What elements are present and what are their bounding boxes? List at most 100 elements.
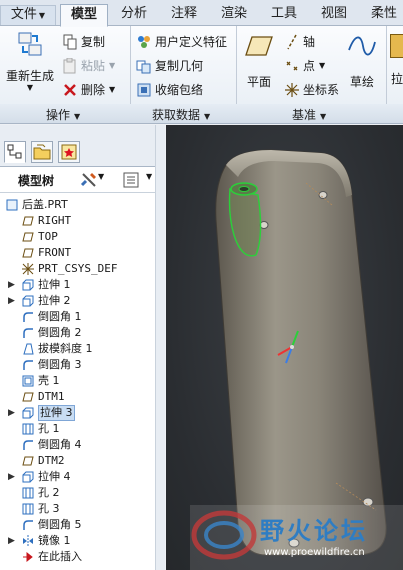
tree-item[interactable]: 壳 1 (0, 373, 155, 389)
plane-button[interactable]: 平面 (240, 34, 278, 90)
tree-item[interactable]: 孔 3 (0, 501, 155, 517)
point-button[interactable]: 点 ▼ (284, 57, 325, 74)
expand-arrow-icon[interactable]: ▶ (8, 469, 15, 485)
extrude-icon (22, 295, 34, 307)
tree-item[interactable]: 倒圆角 3 (0, 357, 155, 373)
copy-icon (62, 34, 78, 50)
tree-item-label: 孔 1 (38, 422, 60, 435)
datum-plane-icon (22, 247, 34, 259)
ribbon-group-labels: 操作 ▼ 获取数据 ▼ 基准 ▼ (0, 104, 403, 124)
tree-item-label: 在此插入 (38, 550, 82, 563)
tree-item[interactable]: 倒圆角 1 (0, 309, 155, 325)
datum-plane-icon (245, 36, 273, 56)
favorites-icon (61, 144, 77, 160)
tree-item[interactable]: 孔 1 (0, 421, 155, 437)
sketch-button[interactable]: 草绘 (342, 34, 382, 90)
tab-annotate[interactable]: 注释 (162, 4, 206, 26)
copy-button[interactable]: 复制 (62, 33, 105, 50)
tree-item-label: 拉伸 4 (38, 470, 71, 483)
tree-item[interactable]: 拔模斜度 1 (0, 341, 155, 357)
copy-geometry-button[interactable]: 复制几何 (136, 57, 203, 74)
tree-item[interactable]: ▶ 拉伸 4 (0, 469, 155, 485)
tab-view[interactable]: 视图 (312, 4, 356, 26)
hole-icon (22, 423, 34, 435)
tab-file[interactable]: 文件 ▼ (0, 5, 56, 25)
tree-item-label: 镜像 1 (38, 534, 71, 547)
tree-item-label: 拉伸 3 (38, 405, 75, 421)
tree-item[interactable]: ▶ 拉伸 2 (0, 293, 155, 309)
settings-icon[interactable] (80, 171, 98, 192)
mirror-icon (22, 535, 34, 547)
operations-group-label[interactable]: 操作 ▼ (46, 106, 80, 123)
watermark-title: 野火论坛 (260, 517, 368, 545)
axis-icon (284, 34, 300, 50)
tab-model[interactable]: 模型 (60, 4, 108, 27)
insert-here-icon (22, 551, 34, 563)
datum-plane-icon (22, 455, 34, 467)
tree-item[interactable]: 后盖.PRT (0, 197, 155, 213)
tree-item-label: 拉伸 1 (38, 278, 71, 291)
tree-item-label: 拔模斜度 1 (38, 342, 93, 355)
tab-tools[interactable]: 工具 (262, 4, 306, 26)
expand-arrow-icon[interactable]: ▶ (8, 293, 15, 309)
extrude-icon (22, 279, 34, 291)
csys-icon (284, 82, 300, 98)
show-filter-icon[interactable] (122, 171, 140, 192)
round-icon (22, 439, 34, 451)
tree-item-label: 倒圆角 5 (38, 518, 82, 531)
model-tree-title: 模型树 (18, 174, 55, 188)
extrude-icon (22, 471, 34, 483)
tree-item[interactable]: 在此插入 (0, 549, 155, 565)
chevron-down-icon[interactable]: ▼ (98, 172, 104, 181)
copy-geometry-icon (136, 58, 152, 74)
folder-browser-tab[interactable] (31, 141, 53, 163)
tab-flexible[interactable]: 柔性 (362, 4, 403, 26)
expand-arrow-icon[interactable]: ▶ (8, 533, 15, 549)
tab-render[interactable]: 渲染 (212, 4, 256, 26)
paste-icon (62, 57, 78, 74)
delete-button[interactable]: 删除 ▼ (62, 81, 115, 98)
sketch-icon (348, 36, 376, 56)
tree-item[interactable]: ▶ 镜像 1 (0, 533, 155, 549)
udf-button[interactable]: 用户定义特征 (136, 33, 227, 50)
tree-item[interactable]: DTM2 (0, 453, 155, 469)
tree-item[interactable]: RIGHT (0, 213, 155, 229)
round-icon (22, 519, 34, 531)
chevron-down-icon[interactable]: ▼ (146, 172, 152, 181)
datum-plane-icon (22, 391, 34, 403)
tree-item[interactable]: TOP (0, 229, 155, 245)
tree-item[interactable]: ▶ 拉伸 1 (0, 277, 155, 293)
chevron-down-icon: ▼ (26, 83, 34, 92)
tree-item-label: 倒圆角 1 (38, 310, 82, 323)
paste-button[interactable]: 粘贴 ▼ (62, 57, 115, 74)
datum-group-label[interactable]: 基准 ▼ (292, 106, 326, 123)
tree-item[interactable]: 倒圆角 4 (0, 437, 155, 453)
graphics-viewport[interactable] (166, 125, 403, 570)
tab-analysis[interactable]: 分析 (112, 4, 156, 26)
round-icon (22, 311, 34, 323)
chevron-down-icon: ▼ (319, 61, 326, 70)
favorites-tab[interactable] (58, 141, 80, 163)
folder-icon (33, 144, 51, 160)
tree-item[interactable]: PRT_CSYS_DEF (0, 261, 155, 277)
tree-item[interactable]: 孔 2 (0, 485, 155, 501)
navigator-tabs (0, 125, 164, 167)
tree-item[interactable]: ▶ 拉伸 3 (0, 405, 155, 421)
extrude-button[interactable]: 拉 (390, 34, 403, 90)
tree-item[interactable]: DTM1 (0, 389, 155, 405)
get-data-group-label[interactable]: 获取数据 ▼ (152, 106, 210, 123)
expand-arrow-icon[interactable]: ▶ (8, 277, 15, 293)
tree-scrollbar[interactable] (155, 125, 165, 570)
tree-item-label: FRONT (38, 246, 72, 259)
tree-item[interactable]: 倒圆角 5 (0, 517, 155, 533)
tree-item[interactable]: 倒圆角 2 (0, 325, 155, 341)
watermark-url: www.proewildfire.cn (264, 547, 365, 558)
axis-button[interactable]: 轴 (284, 33, 315, 50)
model-tree-tab[interactable] (4, 141, 26, 163)
shrinkwrap-button[interactable]: 收缩包络 (136, 81, 203, 98)
csys-button[interactable]: 坐标系 (284, 81, 339, 98)
tree-item-label: 壳 1 (38, 374, 60, 387)
regenerate-button[interactable]: 重新生成 ▼ (4, 30, 56, 94)
tree-item[interactable]: FRONT (0, 245, 155, 261)
expand-arrow-icon[interactable]: ▶ (8, 405, 15, 421)
